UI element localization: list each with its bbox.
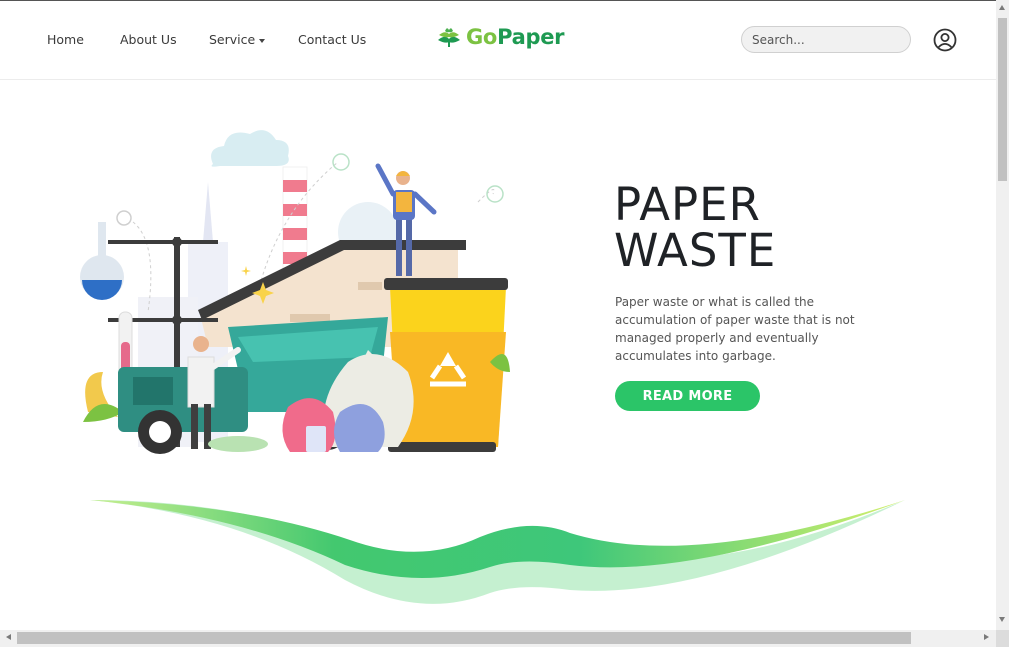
green-wave-decoration [90, 500, 905, 604]
scroll-right-arrow-icon[interactable] [984, 634, 989, 640]
brand-name-paper: Paper [497, 25, 565, 49]
hero-title-line-2: WASTE [614, 224, 777, 277]
brand-name-go: Go [466, 25, 498, 49]
scroll-up-arrow-icon[interactable] [999, 5, 1005, 10]
caret-down-icon [259, 38, 266, 43]
nav-service-dropdown[interactable]: Service [209, 32, 266, 47]
scroll-left-arrow-icon[interactable] [6, 634, 11, 640]
search-input[interactable] [741, 26, 911, 53]
leaf-stack-icon [438, 28, 460, 47]
hero-description: Paper waste or what is called the accumu… [615, 295, 855, 363]
nav-service-label: Service [209, 32, 256, 47]
nav-contact-link[interactable]: Contact Us [298, 32, 366, 47]
user-circle-icon [933, 28, 957, 52]
scrollbar-corner [996, 630, 1009, 647]
recycling-illustration [80, 130, 510, 454]
horizontal-scrollbar-thumb[interactable] [17, 632, 911, 644]
navbar: Home About Us Service Contact Us GoPaper [0, 1, 996, 80]
hero-title: PAPER WASTE [614, 182, 776, 274]
scroll-down-arrow-icon[interactable] [999, 617, 1005, 622]
read-more-button[interactable]: READ MORE [615, 381, 760, 411]
nav-home-link[interactable]: Home [47, 32, 84, 47]
user-account-button[interactable] [933, 28, 957, 52]
brand-logo[interactable]: GoPaper [436, 25, 565, 53]
vertical-scrollbar-thumb[interactable] [998, 18, 1007, 181]
brand-name: GoPaper [466, 25, 565, 49]
nav-about-link[interactable]: About Us [120, 32, 177, 47]
